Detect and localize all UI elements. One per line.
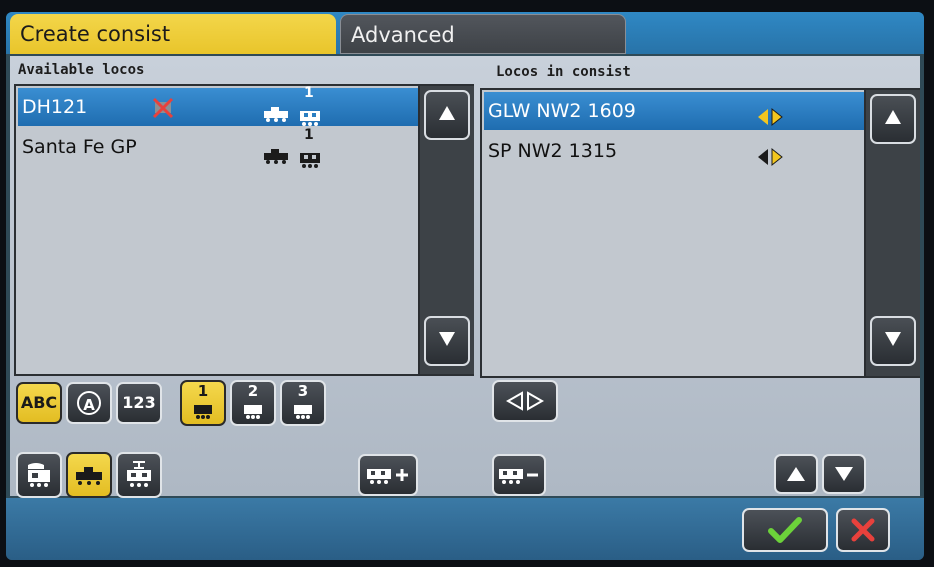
cab-loco-icon	[194, 405, 212, 419]
cab-loco-icon	[298, 144, 322, 182]
loco-name: Santa Fe GP	[22, 136, 137, 158]
triangle-down-icon	[835, 467, 853, 481]
touch-screen: Create consist Advanced Available locos …	[6, 12, 924, 560]
reverse-direction-button[interactable]	[492, 380, 558, 422]
loco-name: DH121	[22, 96, 88, 118]
electric-loco-type-button[interactable]	[116, 452, 162, 498]
list-item[interactable]: GLW NW2 1609	[484, 92, 866, 130]
steam-loco-type-button[interactable]	[16, 452, 62, 498]
cab-number-badge: 1	[304, 127, 314, 143]
remove-loco-icon	[499, 469, 538, 484]
cab1-filter-button[interactable]: 1	[180, 380, 226, 426]
cancel-button[interactable]	[836, 508, 890, 552]
cab-loco-icon	[244, 405, 262, 419]
move-down-button[interactable]	[822, 454, 866, 494]
consist-locos-list: GLW NW2 1609 SP NW2 1315	[480, 88, 920, 378]
circle-a-icon: A	[77, 391, 101, 415]
content-panel: Available locos Locos in consist DH121 1…	[10, 56, 920, 498]
cab-number-badge: 1	[304, 85, 314, 101]
direction-toggle-icon[interactable]	[756, 142, 786, 180]
scroll-down-button[interactable]	[870, 316, 916, 366]
cab-number: 1	[197, 382, 209, 400]
available-scrollbar[interactable]	[418, 86, 474, 374]
diesel-loco-type-button[interactable]	[66, 452, 112, 498]
loco-name: SP NW2 1315	[488, 140, 618, 162]
triangle-down-icon	[439, 332, 455, 346]
sort-abc-button[interactable]: ABC	[16, 382, 62, 424]
tab-bar: Create consist Advanced	[6, 12, 924, 54]
add-loco-button[interactable]	[358, 454, 418, 496]
x-cross-icon	[152, 94, 174, 132]
cab2-filter-button[interactable]: 2	[230, 380, 276, 426]
list-item[interactable]: Santa Fe GP 1	[18, 127, 420, 168]
scroll-up-button[interactable]	[424, 90, 470, 140]
locos-in-consist-label: Locos in consist	[496, 64, 631, 80]
tab-create-consist[interactable]: Create consist	[10, 14, 336, 54]
available-locos-label: Available locos	[18, 62, 145, 78]
diesel-loco-icon	[262, 140, 290, 178]
x-icon	[851, 518, 875, 542]
diesel-loco-icon	[76, 467, 102, 485]
cab-number: 3	[297, 382, 309, 400]
bottom-bar	[6, 498, 924, 560]
scroll-down-button[interactable]	[424, 316, 470, 366]
move-up-button[interactable]	[774, 454, 818, 494]
scroll-up-button[interactable]	[870, 94, 916, 144]
direction-arrows-icon	[505, 391, 545, 411]
list-item[interactable]: SP NW2 1315	[484, 132, 866, 170]
triangle-up-icon	[885, 110, 901, 124]
sort-number-button[interactable]: 123	[116, 382, 162, 424]
steam-loco-icon	[28, 463, 50, 487]
consist-scrollbar[interactable]	[864, 90, 920, 376]
triangle-up-icon	[439, 106, 455, 120]
check-icon	[768, 517, 802, 543]
cab3-filter-button[interactable]: 3	[280, 380, 326, 426]
remove-loco-button[interactable]	[492, 454, 546, 496]
sort-address-button[interactable]: A	[66, 382, 112, 424]
add-loco-icon	[367, 469, 408, 484]
cab-number: 2	[247, 382, 259, 400]
list-item[interactable]: DH121 1	[18, 85, 420, 126]
accept-button[interactable]	[742, 508, 828, 552]
electric-loco-icon	[127, 461, 151, 487]
tab-advanced[interactable]: Advanced	[340, 14, 626, 54]
loco-name: GLW NW2 1609	[488, 100, 636, 122]
available-locos-list: DH121 1 Santa Fe GP 1	[14, 84, 474, 376]
triangle-down-icon	[885, 332, 901, 346]
triangle-up-icon	[787, 467, 805, 481]
cab-loco-icon	[294, 405, 312, 419]
